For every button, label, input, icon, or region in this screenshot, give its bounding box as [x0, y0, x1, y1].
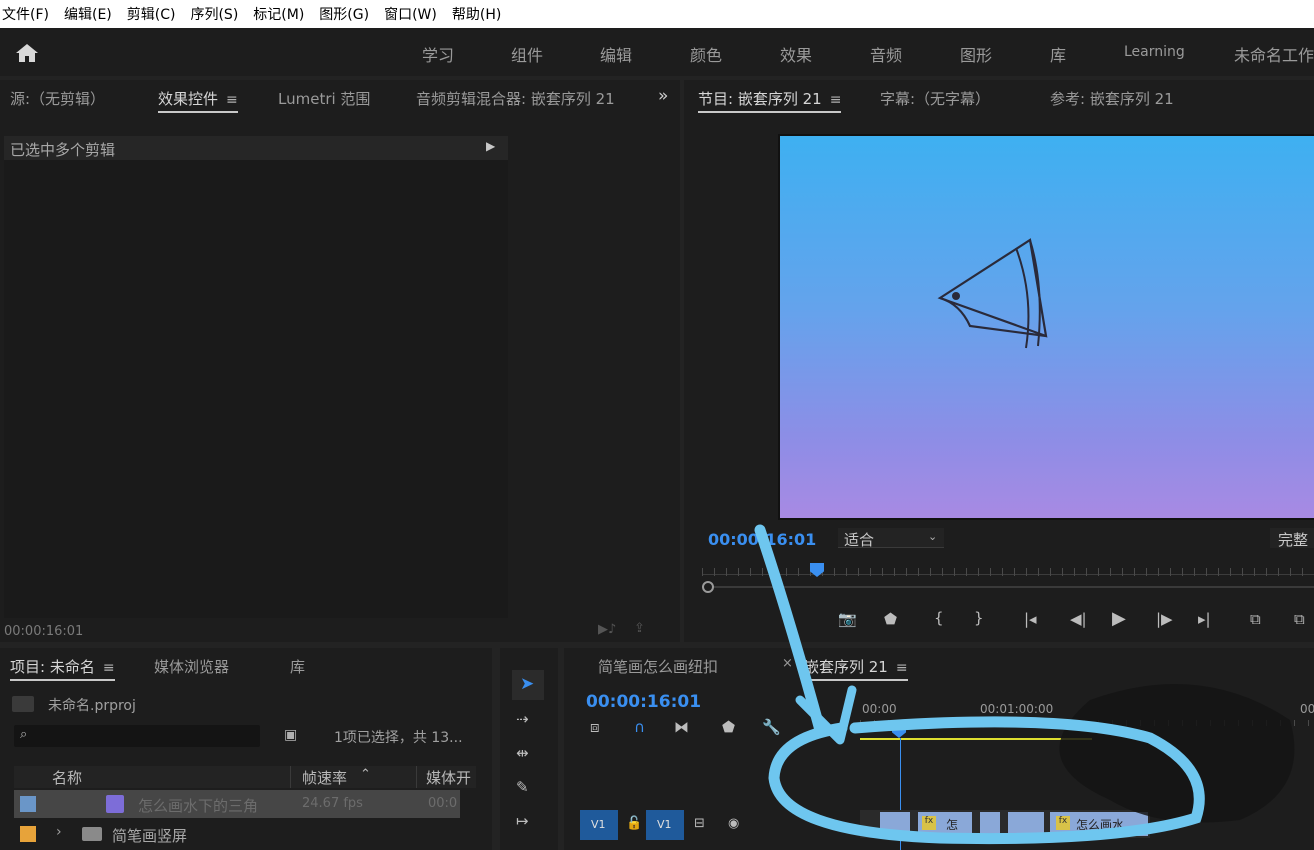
- annotation-overlay: [754, 524, 1295, 845]
